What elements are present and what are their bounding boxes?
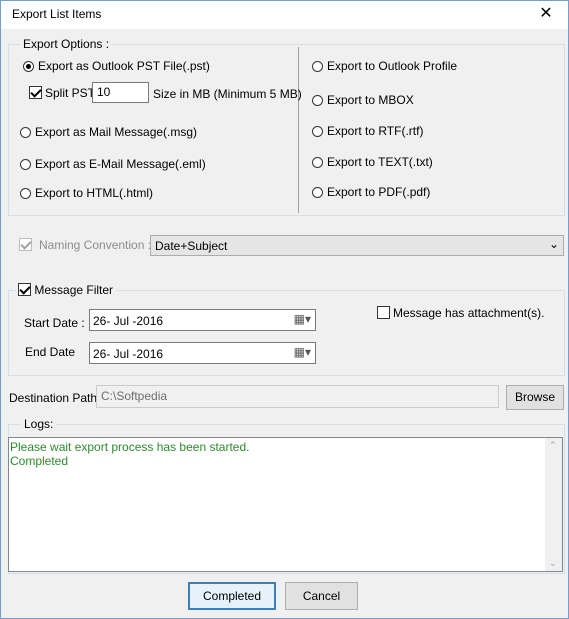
naming-checkbox[interactable]: [19, 238, 32, 251]
destination-input[interactable]: C:\Softpedia: [96, 385, 499, 408]
rtf-label[interactable]: Export to RTF(.rtf): [327, 124, 423, 138]
export-dialog: Export List Items ✕ Export Options : Exp…: [0, 0, 569, 619]
destination-label: Destination Path:: [9, 391, 101, 405]
attachment-label[interactable]: Message has attachment(s).: [393, 306, 544, 320]
cancel-button[interactable]: Cancel: [285, 582, 358, 610]
eml-label[interactable]: Export as E-Mail Message(.eml): [35, 157, 206, 171]
naming-label: Naming Convention :: [39, 238, 152, 252]
mbox-label[interactable]: Export to MBOX: [327, 93, 414, 107]
log-line: Please wait export process has been star…: [10, 440, 250, 454]
chevron-down-icon: ⌄: [548, 237, 559, 251]
pdf-label[interactable]: Export to PDF(.pdf): [327, 185, 430, 199]
eml-radio[interactable]: [20, 159, 31, 170]
mbox-radio[interactable]: [312, 95, 323, 106]
message-filter-checkbox[interactable]: [18, 283, 31, 296]
text-label[interactable]: Export to TEXT(.txt): [327, 155, 433, 169]
title-bar: Export List Items ✕: [1, 1, 568, 29]
split-pst-label[interactable]: Split PST: [45, 86, 95, 100]
pdf-radio[interactable]: [312, 187, 323, 198]
message-filter-legend: Message Filter: [16, 283, 117, 297]
start-date-value: 26- Jul -2016: [93, 314, 164, 328]
logs-textarea[interactable]: Please wait export process has been star…: [8, 437, 563, 572]
calendar-dropdown-icon[interactable]: ▦▾: [294, 312, 311, 326]
outlook-profile-radio[interactable]: [312, 61, 323, 72]
split-size-input[interactable]: 10: [92, 82, 149, 103]
start-date-picker[interactable]: 26- Jul -2016 ▦▾: [89, 309, 316, 331]
msg-radio[interactable]: [20, 127, 31, 138]
naming-value: Date+Subject: [155, 239, 228, 253]
window-title: Export List Items: [12, 7, 102, 21]
browse-button[interactable]: Browse: [506, 385, 564, 410]
html-label[interactable]: Export to HTML(.html): [35, 186, 153, 200]
options-divider: [298, 47, 299, 213]
text-radio[interactable]: [312, 157, 323, 168]
export-options-legend: Export Options :: [20, 37, 113, 51]
logs-scrollbar[interactable]: ⌃ ⌄: [545, 438, 562, 571]
scroll-up-icon[interactable]: ⌃: [549, 440, 557, 451]
rtf-radio[interactable]: [312, 126, 323, 137]
log-line: Completed: [10, 454, 69, 468]
pst-radio[interactable]: [23, 61, 34, 72]
end-date-picker[interactable]: 26- Jul -2016 ▦▾: [89, 342, 316, 364]
naming-select[interactable]: Date+Subject ⌄: [150, 235, 564, 256]
msg-label[interactable]: Export as Mail Message(.msg): [35, 125, 197, 139]
start-date-label: Start Date :: [24, 316, 85, 330]
completed-button[interactable]: Completed: [188, 582, 276, 610]
message-filter-label[interactable]: Message Filter: [34, 283, 113, 297]
outlook-profile-label[interactable]: Export to Outlook Profile: [327, 59, 457, 73]
close-icon[interactable]: ✕: [524, 1, 568, 29]
scroll-down-icon[interactable]: ⌄: [549, 558, 557, 569]
pst-label[interactable]: Export as Outlook PST File(.pst): [38, 59, 210, 73]
end-date-value: 26- Jul -2016: [93, 347, 164, 361]
html-radio[interactable]: [20, 188, 31, 199]
calendar-dropdown-icon[interactable]: ▦▾: [294, 345, 311, 359]
size-label: Size in MB (Minimum 5 MB): [153, 87, 302, 101]
logs-content: Please wait export process has been star…: [10, 440, 249, 468]
split-pst-checkbox[interactable]: [29, 86, 42, 99]
attachment-checkbox[interactable]: [377, 306, 390, 319]
logs-legend: Logs:: [21, 417, 57, 431]
end-date-label: End Date: [25, 345, 76, 359]
